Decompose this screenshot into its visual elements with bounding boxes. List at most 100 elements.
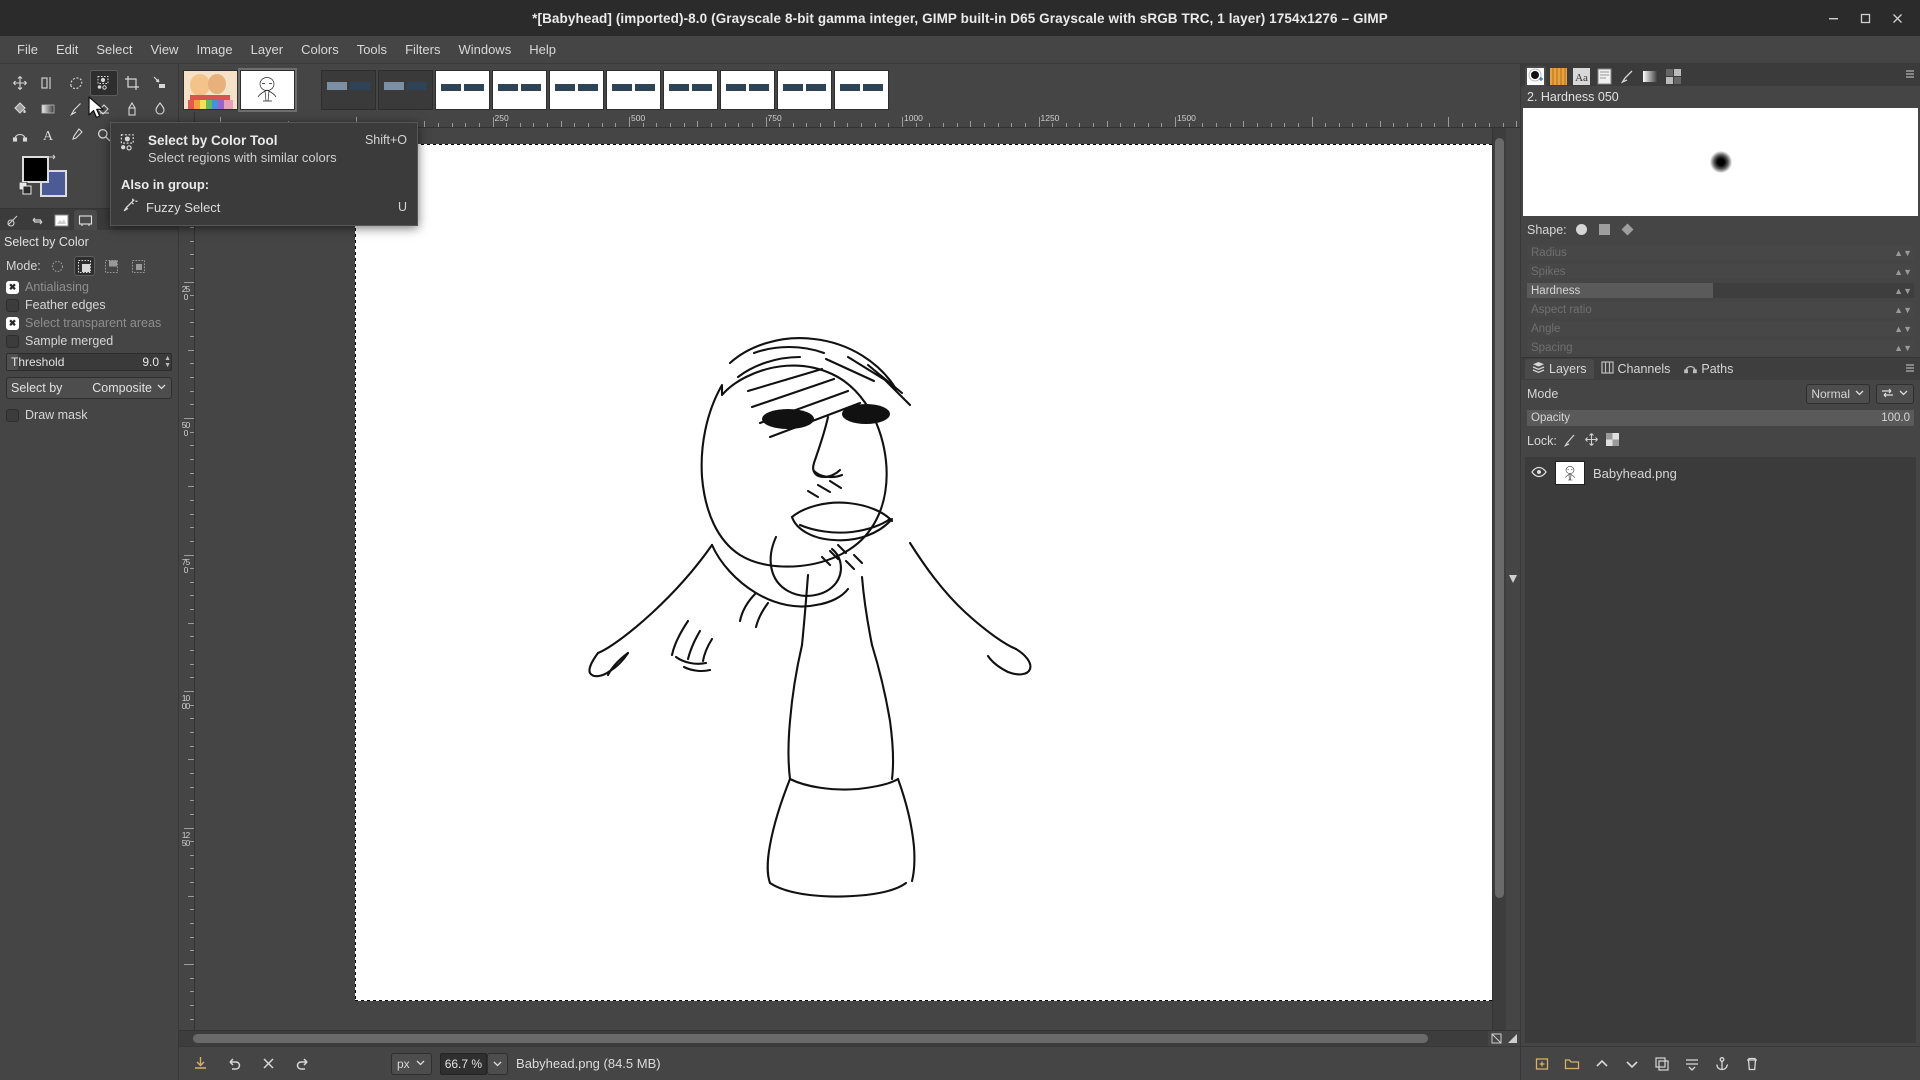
tab-layers[interactable]: Layers bbox=[1525, 359, 1594, 379]
menu-edit[interactable]: Edit bbox=[47, 38, 87, 61]
sample-merged-checkbox[interactable] bbox=[6, 335, 19, 348]
transform-tool[interactable] bbox=[146, 70, 174, 96]
anchor-layer-button[interactable] bbox=[1709, 1052, 1735, 1076]
save-icon[interactable] bbox=[187, 1052, 213, 1076]
gradients-tab[interactable] bbox=[1640, 66, 1661, 86]
smudge-tool[interactable] bbox=[146, 96, 174, 122]
menu-filters[interactable]: Filters bbox=[396, 38, 449, 61]
move-tool[interactable] bbox=[6, 70, 34, 96]
gradient-tool[interactable] bbox=[34, 96, 62, 122]
fonts-tab[interactable]: Aa bbox=[1571, 66, 1592, 86]
dock-menu-button[interactable] bbox=[1904, 68, 1916, 83]
filmstrip-item[interactable] bbox=[777, 70, 832, 110]
vertical-scroll-thumb[interactable] bbox=[1495, 138, 1504, 898]
menu-select[interactable]: Select bbox=[87, 38, 141, 61]
color-picker-tool[interactable] bbox=[62, 122, 90, 148]
duplicate-layer-button[interactable] bbox=[1649, 1052, 1675, 1076]
minimize-button[interactable] bbox=[1818, 5, 1848, 31]
feather-edges-checkbox[interactable] bbox=[6, 299, 19, 312]
mode-subtract-button[interactable] bbox=[101, 256, 122, 276]
feather-edges-row[interactable]: Feather edges bbox=[6, 298, 172, 312]
menu-image[interactable]: Image bbox=[187, 38, 241, 61]
filmstrip-item[interactable] bbox=[492, 70, 547, 110]
layer-visibility-icon[interactable] bbox=[1531, 465, 1547, 482]
filmstrip-item[interactable] bbox=[606, 70, 661, 110]
delete-layer-button[interactable] bbox=[1739, 1052, 1765, 1076]
draw-mask-row[interactable]: Draw mask bbox=[6, 408, 172, 422]
filmstrip-item[interactable] bbox=[435, 70, 490, 110]
image-thumb-babyhead[interactable] bbox=[240, 70, 295, 110]
chevron-down-icon[interactable] bbox=[156, 381, 167, 395]
default-colors-icon[interactable] bbox=[19, 182, 33, 199]
horizontal-scroll-thumb[interactable] bbox=[193, 1034, 1428, 1043]
threshold-value[interactable]: 9.0 bbox=[142, 355, 162, 369]
menu-view[interactable]: View bbox=[142, 38, 188, 61]
zoom-control[interactable]: 66.7 % bbox=[440, 1053, 508, 1075]
unit-selector[interactable]: px bbox=[391, 1053, 432, 1075]
free-select-tool[interactable] bbox=[62, 70, 90, 96]
quick-mask-button[interactable] bbox=[1488, 1031, 1504, 1046]
cancel-icon[interactable] bbox=[255, 1052, 281, 1076]
tooltip-group-item-fuzzy-select[interactable]: Fuzzy Select U bbox=[111, 194, 417, 225]
menu-tools[interactable]: Tools bbox=[348, 38, 396, 61]
bucket-fill-tool[interactable] bbox=[6, 96, 34, 122]
antialiasing-row[interactable]: Antialiasing bbox=[6, 280, 172, 294]
select-by-color-tool[interactable] bbox=[90, 70, 118, 96]
brush-radius-stepper[interactable]: ▲▼ bbox=[1894, 248, 1912, 258]
layer-list[interactable]: Babyhead.png bbox=[1525, 457, 1916, 1043]
raise-layer-button[interactable] bbox=[1589, 1052, 1615, 1076]
image-thumb-photo[interactable] bbox=[183, 70, 238, 110]
chevron-down-icon[interactable] bbox=[415, 1057, 426, 1071]
layer-blend-space-combo[interactable] bbox=[1876, 384, 1914, 404]
new-layer-button[interactable] bbox=[1529, 1052, 1555, 1076]
brush-spikes-stepper[interactable]: ▲▼ bbox=[1894, 267, 1912, 277]
image-canvas[interactable] bbox=[356, 145, 1492, 1000]
filmstrip-item[interactable] bbox=[720, 70, 775, 110]
paintbrush-tool[interactable] bbox=[62, 96, 90, 122]
new-layer-group-button[interactable] bbox=[1559, 1052, 1585, 1076]
lock-pixels-icon[interactable] bbox=[1563, 432, 1578, 450]
clone-tool[interactable] bbox=[118, 96, 146, 122]
brush-spacing-stepper[interactable]: ▲▼ bbox=[1894, 343, 1912, 353]
mode-replace-button[interactable] bbox=[47, 256, 68, 276]
documents-tab[interactable] bbox=[1594, 66, 1615, 86]
zoom-value[interactable]: 66.7 % bbox=[440, 1053, 487, 1075]
navigate-image-button[interactable] bbox=[1504, 1031, 1520, 1046]
filmstrip-item[interactable] bbox=[834, 70, 889, 110]
lower-layer-button[interactable] bbox=[1619, 1052, 1645, 1076]
select-by-combo[interactable]: Select by Composite bbox=[6, 377, 172, 399]
device-status-tab[interactable] bbox=[2, 210, 25, 230]
palettes-tab[interactable] bbox=[1663, 66, 1684, 86]
lock-alpha-icon[interactable] bbox=[1605, 432, 1620, 450]
brush-radius-slider[interactable]: Radius ▲▼ bbox=[1527, 245, 1914, 260]
images-tab[interactable] bbox=[50, 210, 73, 230]
vertical-ruler[interactable]: 025050075010001250 bbox=[179, 128, 195, 1030]
filmstrip-item[interactable] bbox=[378, 70, 433, 110]
menu-colors[interactable]: Colors bbox=[292, 38, 348, 61]
select-transparent-areas-row[interactable]: Select transparent areas bbox=[6, 316, 172, 330]
sample-merged-row[interactable]: Sample merged bbox=[6, 334, 172, 348]
paths-tool[interactable] bbox=[6, 122, 34, 148]
draw-mask-checkbox[interactable] bbox=[6, 409, 19, 422]
brush-preview[interactable] bbox=[1523, 108, 1918, 216]
tool-options-tab[interactable] bbox=[74, 210, 97, 230]
chevron-down-icon[interactable] bbox=[1854, 387, 1865, 401]
layer-opacity-slider[interactable]: Opacity 100.0 bbox=[1527, 410, 1914, 426]
zoom-dropdown-button[interactable] bbox=[487, 1053, 508, 1075]
canvas-scroll-area[interactable] bbox=[195, 128, 1492, 1030]
menu-layer[interactable]: Layer bbox=[242, 38, 293, 61]
diamond-shape-button[interactable] bbox=[1619, 221, 1636, 238]
close-button[interactable] bbox=[1882, 5, 1912, 31]
undo-icon[interactable] bbox=[221, 1052, 247, 1076]
horizontal-scrollbar[interactable] bbox=[179, 1031, 1488, 1046]
opacity-value[interactable]: 100.0 bbox=[1881, 412, 1914, 424]
layer-item[interactable]: Babyhead.png bbox=[1525, 457, 1916, 489]
brush-angle-slider[interactable]: Angle ▲▼ bbox=[1527, 321, 1914, 336]
undo-history-tab[interactable] bbox=[26, 210, 49, 230]
tab-paths[interactable]: Paths bbox=[1677, 359, 1740, 379]
brush-editor-tab[interactable] bbox=[1617, 66, 1638, 86]
square-shape-button[interactable] bbox=[1596, 221, 1613, 238]
merge-layer-button[interactable] bbox=[1679, 1052, 1705, 1076]
swap-colors-icon[interactable] bbox=[46, 154, 58, 166]
brush-aspect-ratio-slider[interactable]: Aspect ratio ▲▼ bbox=[1527, 302, 1914, 317]
